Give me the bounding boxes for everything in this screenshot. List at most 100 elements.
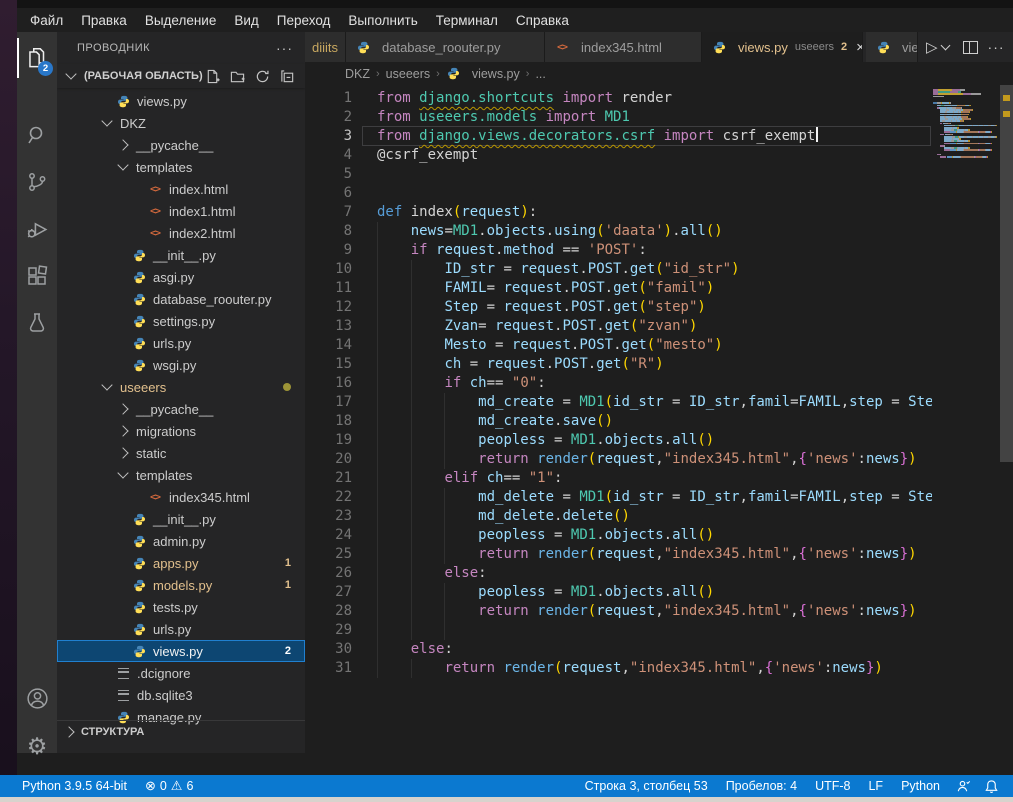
- tree-item-index.html[interactable]: <>index.html: [57, 178, 305, 200]
- vertical-scrollbar[interactable]: [1000, 85, 1013, 753]
- notifications-bell-icon[interactable]: [976, 779, 1007, 794]
- indent-guide: [377, 659, 378, 678]
- split-editor-icon[interactable]: [963, 41, 978, 54]
- tree-item-models.py[interactable]: models.py1: [57, 574, 305, 596]
- tree-item-templates[interactable]: templates: [57, 156, 305, 178]
- tab-database_roouter.py[interactable]: database_roouter.py: [346, 32, 545, 62]
- code-line-23: md_delete.delete(): [362, 507, 932, 526]
- tree-item-index2.html[interactable]: <>index2.html: [57, 222, 305, 244]
- indent-guide: [377, 450, 378, 469]
- tree-item-__pycache__[interactable]: __pycache__: [57, 134, 305, 156]
- tree-item-label: __pycache__: [136, 138, 213, 153]
- close-icon[interactable]: ×: [856, 39, 863, 56]
- tree-item-views.py[interactable]: views.py: [57, 90, 305, 112]
- menu-item-выполнить[interactable]: Выполнить: [339, 13, 426, 28]
- tree-item-database_roouter.py[interactable]: database_roouter.py: [57, 288, 305, 310]
- tree-item-__init__.py[interactable]: __init__.py: [57, 508, 305, 530]
- menu-item-переход[interactable]: Переход: [268, 13, 340, 28]
- git-change-badge: 1: [285, 557, 291, 569]
- vertical-scrollbar-thumb[interactable]: [1000, 85, 1013, 462]
- code-editor[interactable]: 1234567891011121314151617181920212223242…: [305, 85, 1013, 753]
- tree-item-__pycache__[interactable]: __pycache__: [57, 398, 305, 420]
- tree-item-label: db.sqlite3: [137, 688, 193, 703]
- status-item[interactable]: UTF-8: [806, 779, 859, 793]
- html-icon: <>: [147, 225, 163, 241]
- tree-item-apps.py[interactable]: apps.py1: [57, 552, 305, 574]
- breadcrumb-separator: ›: [526, 68, 530, 80]
- tab-vie[interactable]: vie: [866, 32, 918, 62]
- new-file-icon[interactable]: [205, 69, 220, 84]
- tree-item-admin.py[interactable]: admin.py: [57, 530, 305, 552]
- refresh-icon[interactable]: [255, 69, 270, 84]
- problems-status[interactable]: ⊗ 0 ⚠ 6: [136, 778, 202, 794]
- settings-gear-icon[interactable]: ⚙: [17, 724, 57, 768]
- tree-item-index345.html[interactable]: <>index345.html: [57, 486, 305, 508]
- more-actions-icon[interactable]: ···: [988, 39, 1005, 55]
- tree-item-views.py[interactable]: views.py2: [57, 640, 305, 662]
- tab-diiits[interactable]: diiits2●: [305, 32, 346, 62]
- tree-item-wsgi.py[interactable]: wsgi.py: [57, 354, 305, 376]
- account-icon[interactable]: [17, 676, 57, 720]
- menu-item-вид[interactable]: Вид: [225, 13, 267, 28]
- tree-item-asgi.py[interactable]: asgi.py: [57, 266, 305, 288]
- html-icon: <>: [147, 181, 163, 197]
- collapse-all-icon[interactable]: [280, 69, 295, 84]
- tree-item-settings.py[interactable]: settings.py: [57, 310, 305, 332]
- search-icon[interactable]: [17, 113, 57, 157]
- tree-item-templates[interactable]: templates: [57, 464, 305, 486]
- outline-section-header[interactable]: СТРУКТУРА: [57, 720, 305, 743]
- tree-item-urls.py[interactable]: urls.py: [57, 618, 305, 640]
- sidebar-more-actions-icon[interactable]: ···: [276, 40, 293, 56]
- file-tree: views.pyDKZ__pycache__templates<>index.h…: [57, 90, 305, 728]
- tab-views.py[interactable]: views.pyuseeers2×: [702, 32, 863, 62]
- source-control-icon[interactable]: [17, 160, 57, 204]
- breadcrumb-item-...[interactable]: ...: [535, 67, 545, 81]
- indent-guide: [377, 431, 378, 450]
- chevron-down-icon: [117, 467, 128, 478]
- status-item[interactable]: Пробелов: 4: [717, 779, 806, 793]
- error-count: 0: [160, 779, 167, 793]
- status-item[interactable]: Python: [892, 779, 949, 793]
- code-line-30: else:: [362, 640, 932, 659]
- breadcrumb-label: DKZ: [345, 67, 370, 81]
- indent-guide: [411, 336, 412, 355]
- tab-index345.html[interactable]: <>index345.html: [545, 32, 702, 62]
- tree-item-db.sqlite3[interactable]: db.sqlite3: [57, 684, 305, 706]
- python-interpreter-status[interactable]: Python 3.9.5 64-bit: [13, 779, 136, 793]
- status-item[interactable]: LF: [859, 779, 892, 793]
- tree-item-DKZ[interactable]: DKZ: [57, 112, 305, 134]
- breadcrumb-item-DKZ[interactable]: DKZ: [345, 67, 370, 81]
- indent-guide: [444, 412, 445, 431]
- workspace-section-header[interactable]: (РАБОЧАЯ ОБЛАСТЬ) ...: [57, 64, 305, 88]
- new-folder-icon[interactable]: [230, 69, 245, 84]
- run-debug-icon[interactable]: [17, 207, 57, 251]
- menu-item-терминал[interactable]: Терминал: [427, 13, 507, 28]
- status-item[interactable]: Строка 3, столбец 53: [576, 779, 717, 793]
- menu-item-выделение[interactable]: Выделение: [136, 13, 226, 28]
- python-icon: [131, 269, 147, 285]
- tree-item-migrations[interactable]: migrations: [57, 420, 305, 442]
- testing-icon[interactable]: [17, 301, 57, 345]
- menu-item-справка[interactable]: Справка: [507, 13, 578, 28]
- indent-guide: [377, 488, 378, 507]
- tree-item-.dcignore[interactable]: .dcignore: [57, 662, 305, 684]
- breadcrumb-item-views.py[interactable]: views.py: [446, 66, 520, 82]
- tree-item-tests.py[interactable]: tests.py: [57, 596, 305, 618]
- minimap[interactable]: [933, 89, 1001, 158]
- run-dropdown-chevron-icon[interactable]: [940, 41, 950, 51]
- tree-item-index1.html[interactable]: <>index1.html: [57, 200, 305, 222]
- feedback-icon[interactable]: [949, 779, 976, 794]
- menu-item-правка[interactable]: Правка: [72, 13, 136, 28]
- tree-item-__init__.py[interactable]: __init__.py: [57, 244, 305, 266]
- breadcrumb-item-useeers[interactable]: useeers: [386, 67, 430, 81]
- run-python-file-icon[interactable]: ▷: [924, 38, 940, 56]
- explorer-icon[interactable]: 2: [17, 36, 57, 80]
- extensions-icon[interactable]: [17, 254, 57, 298]
- tree-item-static[interactable]: static: [57, 442, 305, 464]
- code-line-13: Zvan= request.POST.get("zvan"): [362, 317, 932, 336]
- tree-item-urls.py[interactable]: urls.py: [57, 332, 305, 354]
- tree-item-useeers[interactable]: useeers: [57, 376, 305, 398]
- menu-item-файл[interactable]: Файл: [21, 13, 72, 28]
- chevron-down-icon: [117, 159, 128, 170]
- code-line-21: elif ch== "1":: [362, 469, 932, 488]
